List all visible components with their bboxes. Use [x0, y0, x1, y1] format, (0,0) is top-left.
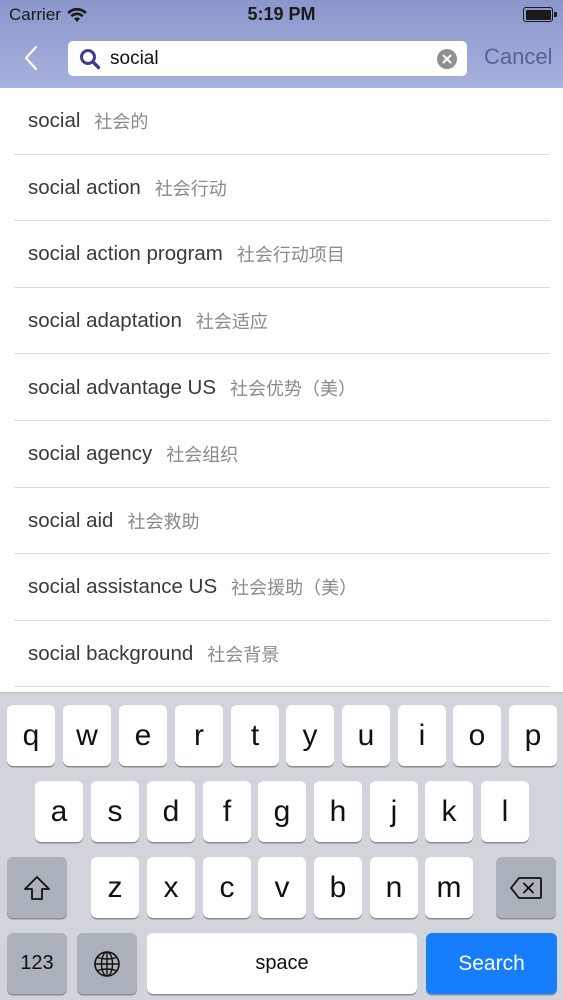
delete-key[interactable] [496, 857, 556, 918]
list-item[interactable]: social aid 社会救助 [0, 488, 563, 555]
backspace-icon [510, 876, 542, 899]
search-key[interactable]: Search [426, 933, 557, 994]
suggestion-term: social agency [28, 442, 153, 466]
suggestion-term: social assistance US [28, 575, 218, 599]
key-m[interactable]: m [425, 857, 473, 918]
key-o[interactable]: o [453, 705, 501, 766]
globe-icon [94, 950, 120, 977]
suggestion-translation: 社会援助（美） [231, 578, 358, 600]
list-item[interactable]: social assistance US 社会援助（美） [0, 554, 563, 621]
suggestion-translation: 社会行动 [154, 178, 227, 200]
suggestion-translation: 社会适应 [195, 312, 268, 334]
close-icon [442, 54, 452, 64]
key-n[interactable]: n [370, 857, 418, 918]
key-j[interactable]: j [370, 781, 418, 842]
suggestion-translation: 社会组织 [166, 445, 239, 467]
key-q[interactable]: q [7, 705, 55, 766]
suggestion-term: social advantage US [28, 375, 217, 399]
key-b[interactable]: b [314, 857, 362, 918]
key-v[interactable]: v [258, 857, 306, 918]
status-bar: Carrier 5:19 PM [0, 0, 563, 30]
suggestion-term: social action [28, 175, 141, 199]
key-h[interactable]: h [314, 781, 362, 842]
battery-icon [523, 7, 557, 22]
key-x[interactable]: x [147, 857, 195, 918]
key-s[interactable]: s [91, 781, 139, 842]
search-field[interactable] [68, 41, 467, 76]
status-time: 5:19 PM [247, 4, 316, 24]
key-w[interactable]: w [63, 705, 111, 766]
list-item[interactable]: social adaptation 社会适应 [0, 288, 563, 355]
shift-arrow-icon [24, 875, 50, 900]
list-item[interactable]: social advantage US 社会优势（美） [0, 354, 563, 421]
list-item[interactable]: social action 社会行动 [0, 155, 563, 222]
suggestion-list: social 社会的 social action 社会行动 social act… [0, 88, 563, 687]
chevron-left-icon [24, 45, 38, 71]
navigation-header: Carrier 5:19 PM Cancel [0, 0, 563, 88]
numbers-key[interactable]: 123 [7, 933, 67, 994]
key-r[interactable]: r [175, 705, 223, 766]
suggestion-translation: 社会优势（美） [230, 378, 357, 400]
shift-key[interactable] [7, 857, 67, 918]
clear-search-button[interactable] [437, 49, 457, 69]
list-item[interactable]: social background 社会背景 [0, 621, 563, 688]
key-f[interactable]: f [203, 781, 251, 842]
key-t[interactable]: t [231, 705, 279, 766]
back-button[interactable] [16, 42, 46, 74]
key-a[interactable]: a [35, 781, 83, 842]
list-item[interactable]: social 社会的 [0, 88, 563, 155]
search-input[interactable] [110, 41, 450, 76]
space-key[interactable]: space [147, 933, 417, 994]
key-l[interactable]: l [481, 781, 529, 842]
suggestion-term: social background [28, 642, 194, 666]
suggestion-term: social adaptation [28, 309, 182, 333]
list-item[interactable]: social agency 社会组织 [0, 421, 563, 488]
key-d[interactable]: d [147, 781, 195, 842]
suggestion-translation: 社会救助 [127, 511, 200, 533]
key-p[interactable]: p [509, 705, 557, 766]
keyboard: q w e r t y u i o p a s d f g h j k l z … [0, 692, 563, 1000]
suggestion-term: social [28, 109, 81, 133]
key-k[interactable]: k [425, 781, 473, 842]
key-c[interactable]: c [203, 857, 251, 918]
key-z[interactable]: z [91, 857, 139, 918]
suggestion-term: social action program [28, 242, 223, 266]
suggestion-term: social aid [28, 508, 114, 532]
globe-key[interactable] [77, 933, 137, 994]
key-e[interactable]: e [119, 705, 167, 766]
suggestion-translation: 社会的 [94, 112, 149, 134]
key-u[interactable]: u [342, 705, 390, 766]
key-y[interactable]: y [286, 705, 334, 766]
list-item[interactable]: social action program 社会行动项目 [0, 221, 563, 288]
suggestion-translation: 社会背景 [207, 645, 280, 667]
key-g[interactable]: g [258, 781, 306, 842]
suggestion-translation: 社会行动项目 [236, 245, 345, 267]
key-i[interactable]: i [398, 705, 446, 766]
cancel-button[interactable]: Cancel [484, 44, 552, 70]
search-icon [80, 49, 101, 70]
